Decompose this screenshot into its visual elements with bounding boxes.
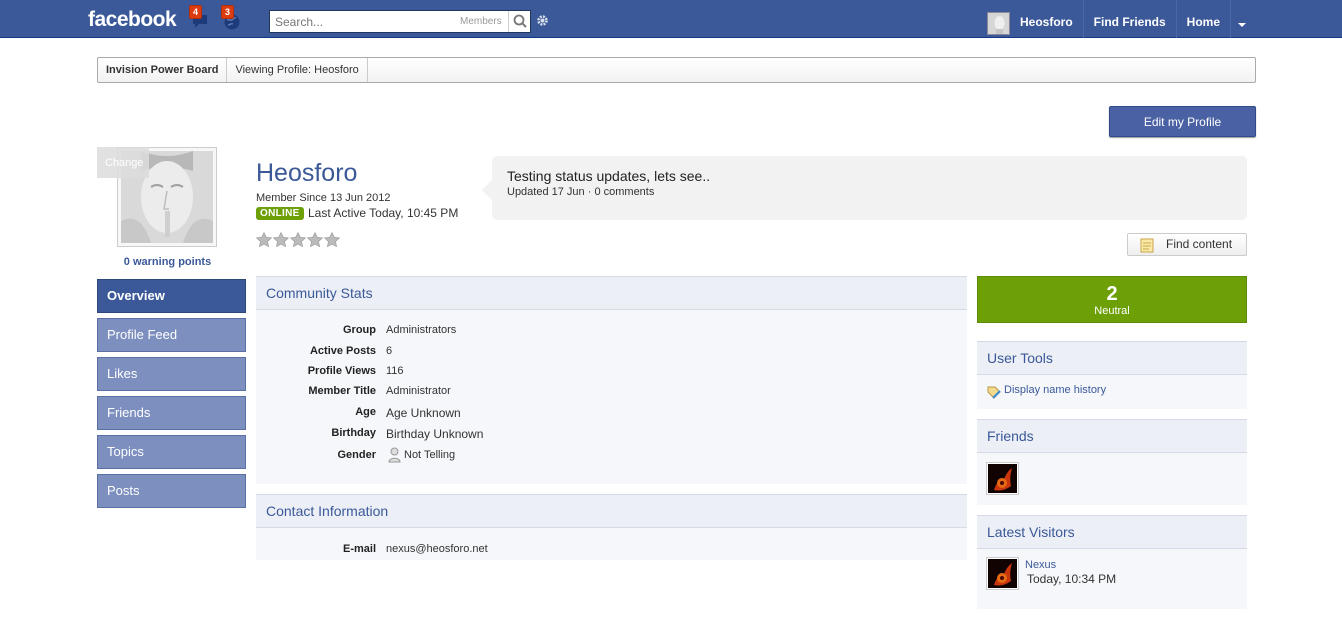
stat-value-group[interactable]: Administrators [386,324,456,336]
stat-value: Not Telling [404,449,456,461]
star-icon[interactable] [290,232,306,247]
stat-label: Active Posts [309,345,376,357]
stat-label: Member Title [308,385,376,397]
tab-topics[interactable]: Topics [97,435,246,469]
breadcrumb-board-link[interactable]: Invision Power Board [98,58,228,82]
status-meta[interactable]: Updated 17 Jun · 0 comments [507,186,654,198]
nav-find-friends-link[interactable]: Find Friends [1084,0,1177,38]
messages-jewel[interactable]: 4 [189,5,211,31]
user-avatar-small[interactable] [987,12,1010,35]
display-name-history-link[interactable]: Display name history [986,384,1106,396]
edit-profile-button[interactable]: Edit my Profile [1109,106,1256,137]
account-menu-button[interactable] [1228,16,1256,38]
latest-visitors-title: Latest Visitors [977,515,1247,549]
latest-visitors-panel: Latest Visitors Nexus Today, 10:34 PM [977,515,1247,609]
stat-label: Birthday [331,427,376,439]
user-tools-panel: User Tools Display name history [977,341,1247,409]
community-stats-panel: Community Stats Group Administrators Act… [256,276,967,484]
tab-posts[interactable]: Posts [97,474,246,508]
visitor-name-link[interactable]: Nexus [1025,559,1056,571]
user-tools-title: User Tools [977,341,1247,375]
tab-friends[interactable]: Friends [97,396,246,430]
notifications-count-badge: 3 [221,5,235,19]
facebook-logo[interactable]: facebook [88,8,177,32]
search-box: Members [269,10,531,33]
online-badge: ONLINE [256,207,304,220]
status-update: Testing status updates, lets see.. Updat… [482,156,1247,220]
star-rating[interactable] [256,232,340,247]
chevron-down-icon [1238,23,1246,27]
stat-value: Birthday Unknown [386,427,484,441]
document-icon [1140,238,1154,253]
search-button[interactable] [508,11,530,32]
stat-label: Age [355,406,376,418]
search-scope[interactable]: Members [460,16,502,27]
top-bar: facebook 4 3 Members [0,0,1342,38]
last-active: Last Active Today, 10:45 PM [308,206,459,220]
stat-value: Age Unknown [386,406,461,420]
friend-avatar[interactable] [986,462,1019,495]
reputation-value: 2 [1106,283,1118,305]
tab-likes[interactable]: Likes [97,357,246,391]
friend-avatar-image [988,464,1017,493]
search-input[interactable] [270,11,450,32]
reputation-label: Neutral [1094,305,1130,317]
member-since: Member Since 13 Jun 2012 [256,192,391,204]
messages-count-badge: 4 [189,5,203,19]
nav-home-link[interactable]: Home [1177,0,1232,38]
stat-label: Profile Views [307,365,376,377]
email-link[interactable]: nexus@heosforo.net [386,543,488,555]
breadcrumb: Invision Power Board Viewing Profile: He… [97,57,1256,83]
star-icon[interactable] [273,232,289,247]
community-stats-title: Community Stats [256,276,967,310]
gear-icon[interactable] [536,14,549,27]
stat-label: Gender [337,449,376,461]
friends-panel: Friends [977,419,1247,505]
tag-edit-icon [987,386,1001,399]
contact-panel: Contact Information E-mail nexus@heosfor… [256,494,967,560]
warning-points-link[interactable]: 0 warning points [97,256,238,268]
reputation-box: 2 Neutral [977,276,1247,323]
tab-profile-feed[interactable]: Profile Feed [97,318,246,352]
breadcrumb-current: Viewing Profile: Heosforo [227,58,368,82]
star-icon[interactable] [307,232,323,247]
search-icon [513,14,527,28]
tab-overview[interactable]: Overview [97,279,246,313]
stat-value: Administrator [386,385,451,397]
status-text: Testing status updates, lets see.. [507,168,711,184]
find-content-label: Find content [1166,237,1233,251]
find-content-button[interactable]: Find content [1127,233,1247,256]
user-icon [388,447,401,463]
star-icon[interactable] [256,232,272,247]
contact-title: Contact Information [256,494,967,528]
friends-title: Friends [977,419,1247,453]
change-photo-button[interactable]: Change [97,147,149,178]
top-nav: Heosforo Find Friends Home [1010,0,1232,38]
avatar-image [988,13,1009,34]
visitor-avatar[interactable] [986,557,1019,590]
stat-label: Group [343,324,376,336]
notifications-jewel[interactable]: 3 [221,5,243,31]
stat-value: 6 [386,345,393,357]
contact-label: E-mail [342,543,376,555]
profile-name: Heosforo [256,159,358,187]
star-icon[interactable] [324,232,340,247]
visitor-avatar-image [988,559,1017,588]
stat-value: 116 [386,365,404,377]
visitor-time: Today, 10:34 PM [1027,572,1117,586]
nav-profile-link[interactable]: Heosforo [1010,0,1084,38]
